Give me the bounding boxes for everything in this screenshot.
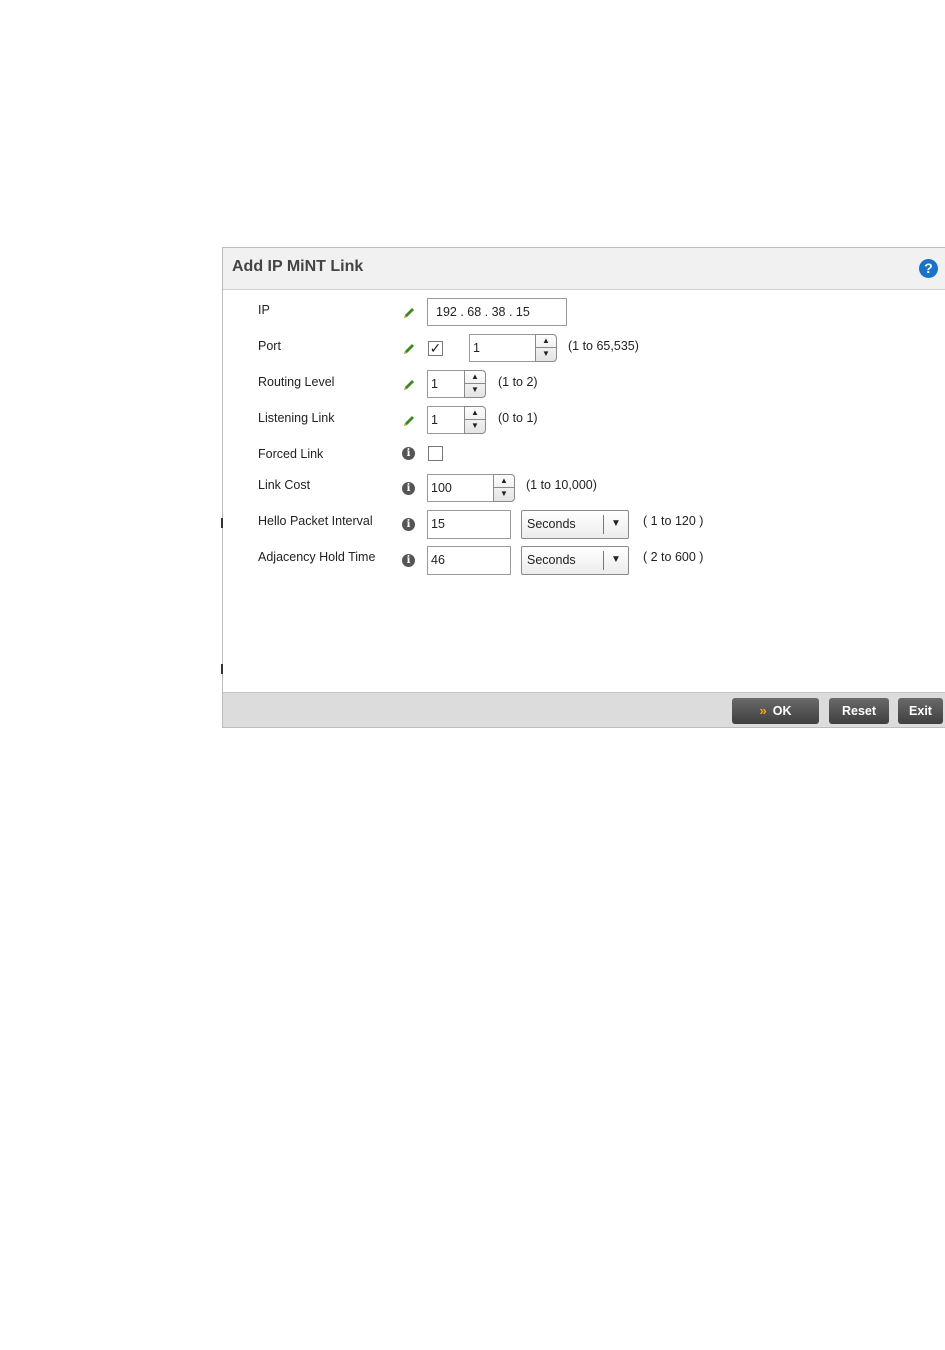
adjacency-hold-time-range: ( 2 to 600 )	[643, 550, 704, 564]
spin-up-icon[interactable]: ▲	[465, 407, 485, 420]
routing-level-input[interactable]: 1	[427, 370, 465, 398]
info-icon: i	[402, 482, 415, 495]
hello-packet-interval-range: ( 1 to 120 )	[643, 514, 704, 528]
double-chevron-right-icon: »	[759, 703, 767, 718]
adjacency-hold-time-input[interactable]: 46	[427, 546, 511, 575]
hello-packet-interval-label: Hello Packet Interval	[258, 514, 373, 528]
listening-link-range: (0 to 1)	[498, 411, 538, 425]
spin-up-icon[interactable]: ▲	[536, 335, 556, 348]
link-cost-spinner[interactable]: ▲ ▼	[493, 474, 515, 502]
info-icon: i	[402, 447, 415, 460]
chevron-down-icon[interactable]: ▼	[611, 554, 621, 565]
listening-link-input[interactable]: 1	[427, 406, 465, 434]
routing-level-spinner[interactable]: ▲ ▼	[464, 370, 486, 398]
border-mark	[221, 518, 223, 528]
select-value: Seconds	[527, 553, 576, 567]
pencil-icon	[404, 380, 414, 390]
port-range: (1 to 65,535)	[568, 339, 639, 353]
spin-down-icon[interactable]: ▼	[536, 348, 556, 361]
port-input[interactable]: 1	[469, 334, 536, 362]
port-label: Port	[258, 339, 281, 353]
spin-down-icon[interactable]: ▼	[494, 488, 514, 501]
dialog-title: Add IP MiNT Link	[232, 258, 364, 275]
select-divider	[603, 515, 604, 534]
listening-link-spinner[interactable]: ▲ ▼	[464, 406, 486, 434]
spin-up-icon[interactable]: ▲	[494, 475, 514, 488]
port-checkbox[interactable]: ✓	[428, 341, 443, 356]
add-ip-mint-link-dialog: Add IP MiNT Link ? IP 192 . 68 . 38 . 15…	[221, 247, 945, 728]
adjacency-hold-time-label: Adjacency Hold Time	[258, 550, 376, 564]
pencil-icon	[404, 344, 414, 354]
link-cost-input[interactable]: 100	[427, 474, 494, 502]
ok-button[interactable]: » OK	[732, 698, 819, 724]
ip-label: IP	[258, 303, 270, 317]
info-icon: i	[402, 518, 415, 531]
spin-down-icon[interactable]: ▼	[465, 420, 485, 433]
exit-button[interactable]: Exit	[898, 698, 943, 724]
reset-button[interactable]: Reset	[829, 698, 889, 724]
routing-level-range: (1 to 2)	[498, 375, 538, 389]
port-spinner[interactable]: ▲ ▼	[535, 334, 557, 362]
hello-packet-interval-unit-select[interactable]: Seconds ▼	[521, 510, 629, 539]
spin-up-icon[interactable]: ▲	[465, 371, 485, 384]
listening-link-label: Listening Link	[258, 411, 335, 425]
hello-packet-interval-input[interactable]: 15	[427, 510, 511, 539]
forced-link-checkbox[interactable]	[428, 446, 443, 461]
ok-button-label: OK	[772, 704, 792, 718]
ip-input[interactable]: 192 . 68 . 38 . 15	[427, 298, 567, 326]
pencil-icon	[404, 416, 414, 426]
spin-down-icon[interactable]: ▼	[465, 384, 485, 397]
link-cost-range: (1 to 10,000)	[526, 478, 597, 492]
help-icon[interactable]: ?	[919, 259, 938, 278]
routing-level-label: Routing Level	[258, 375, 335, 389]
chevron-down-icon[interactable]: ▼	[611, 518, 621, 529]
pencil-icon	[404, 308, 414, 318]
select-value: Seconds	[527, 517, 576, 531]
adjacency-hold-time-unit-select[interactable]: Seconds ▼	[521, 546, 629, 575]
info-icon: i	[402, 554, 415, 567]
dialog-footer: » OK Reset Exit	[223, 692, 945, 727]
border-mark	[221, 664, 223, 674]
select-divider	[603, 551, 604, 570]
link-cost-label: Link Cost	[258, 478, 311, 492]
forced-link-label: Forced Link	[258, 447, 324, 461]
dialog-titlebar: Add IP MiNT Link ?	[223, 248, 945, 290]
